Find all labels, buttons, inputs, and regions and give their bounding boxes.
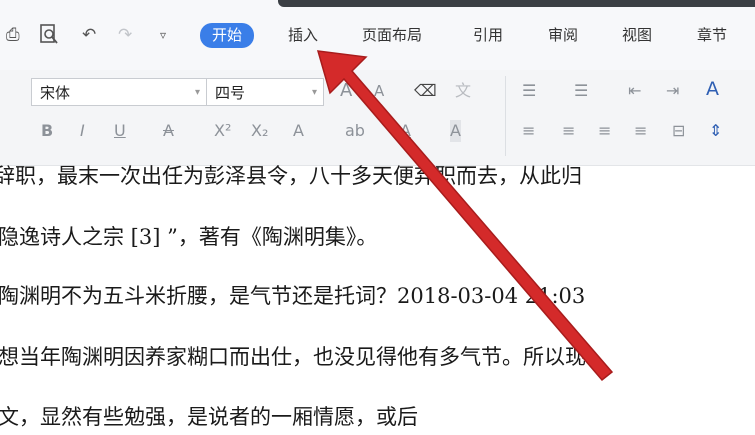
annotation-arrow <box>316 50 614 382</box>
